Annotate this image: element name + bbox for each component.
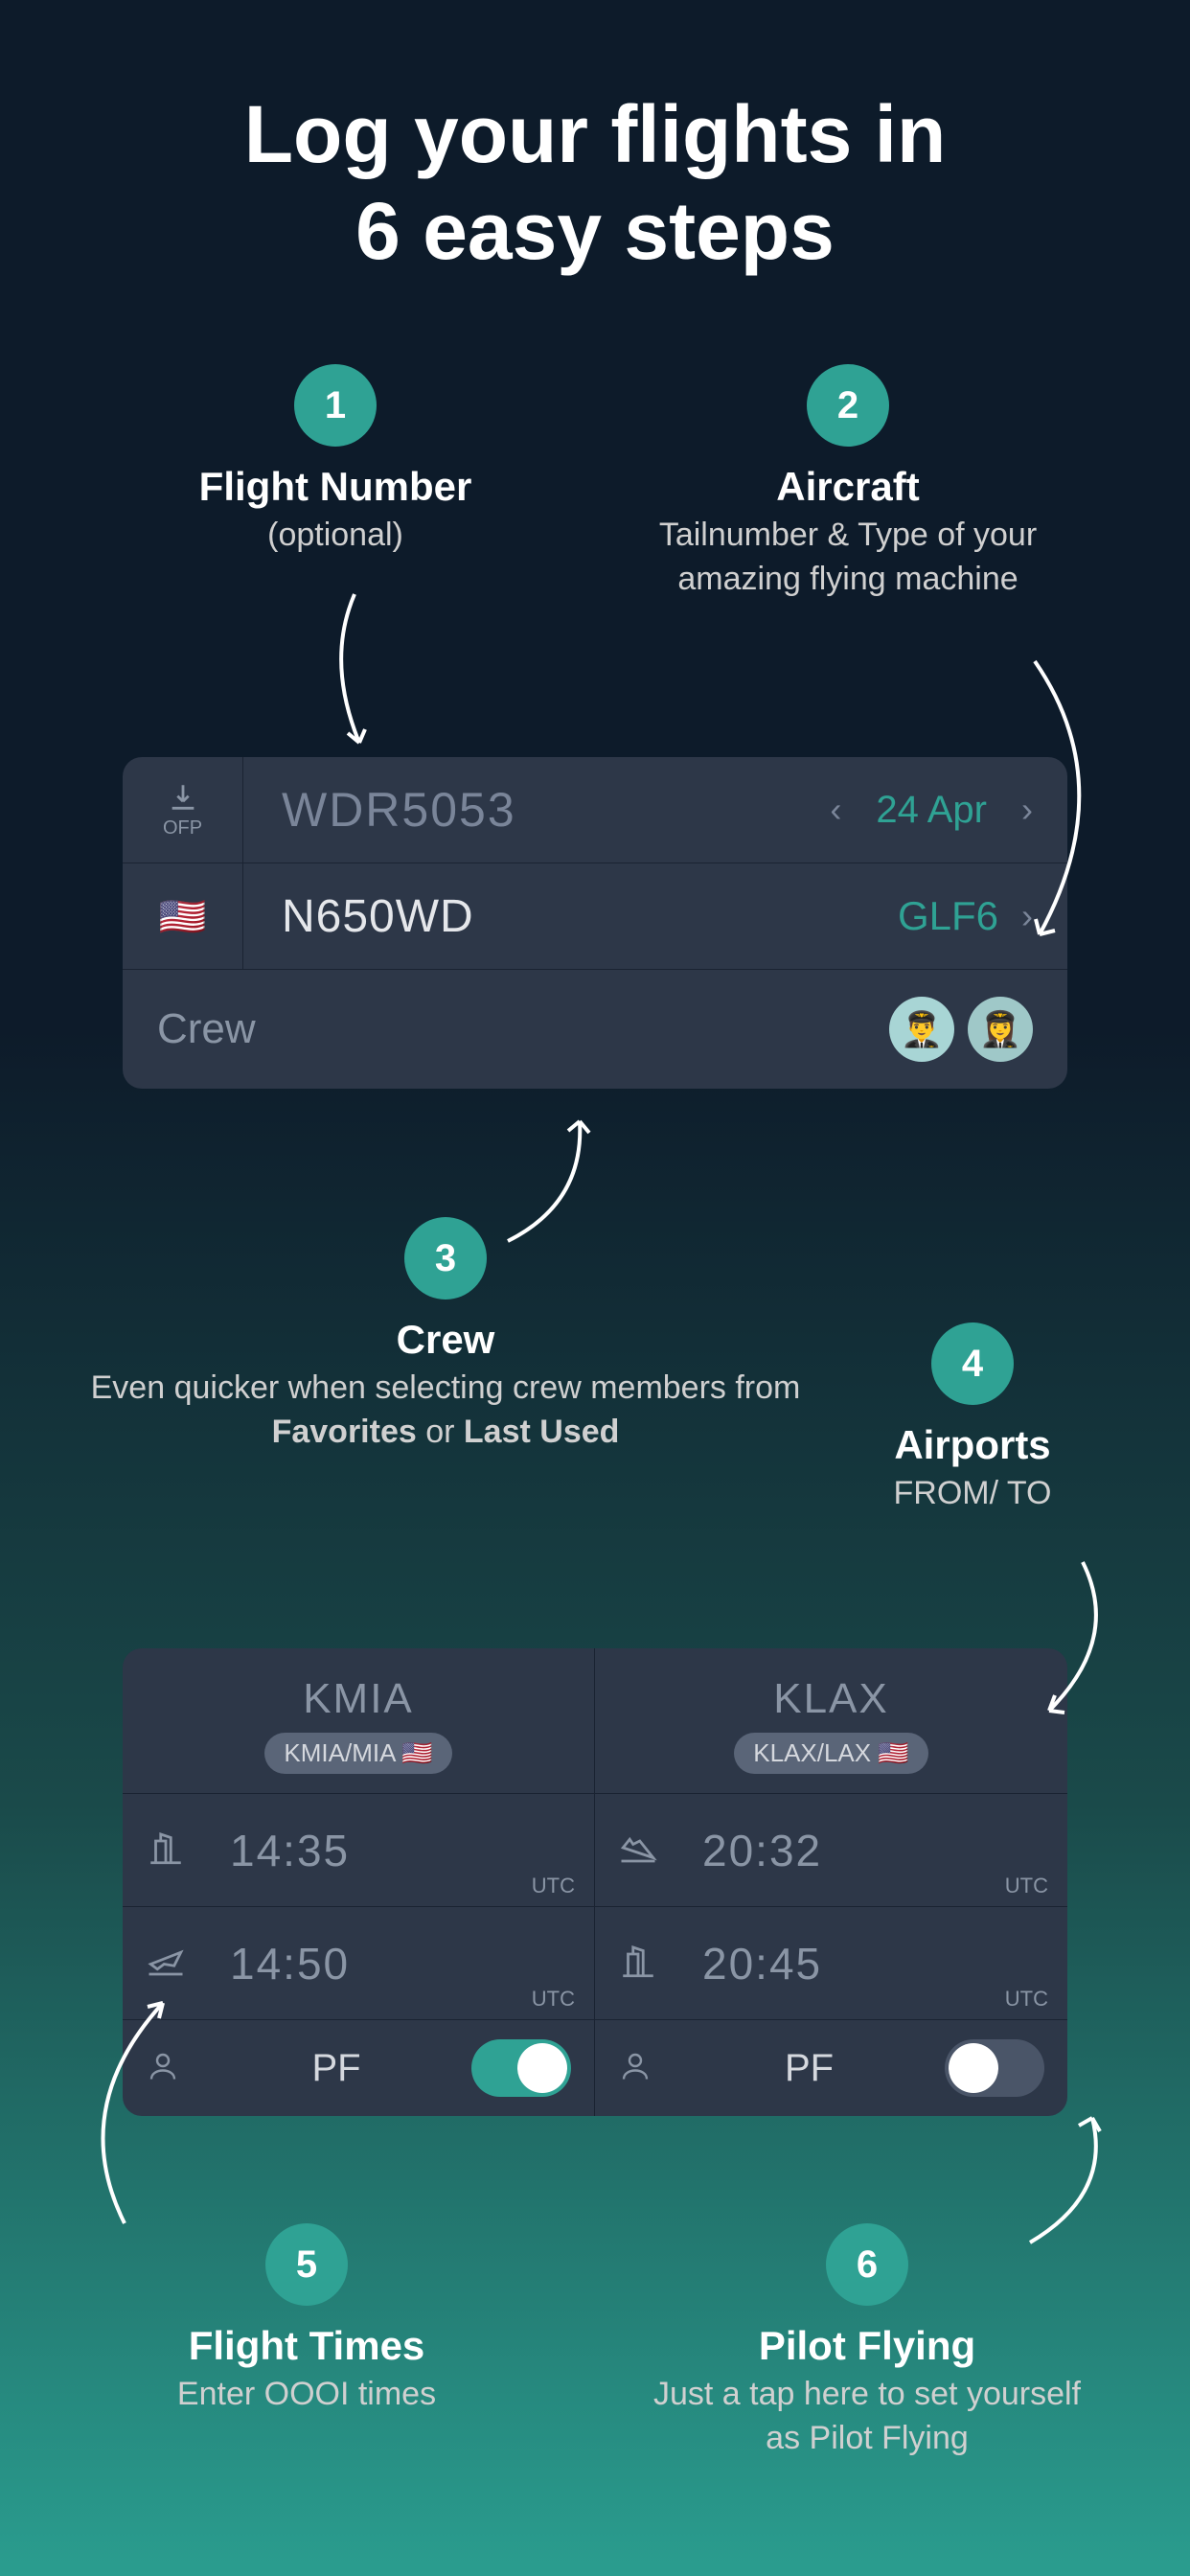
on-tz: UTC: [1005, 1874, 1048, 1898]
step-3-sub: Even quicker when selecting crew members…: [67, 1367, 824, 1455]
arrow-1: [316, 585, 393, 757]
title-line-2: 6 easy steps: [0, 183, 1190, 280]
title-line-1: Log your flights in: [0, 86, 1190, 183]
step-6-title: Pilot Flying: [759, 2323, 975, 2369]
step-3-lastused: Last Used: [464, 1414, 620, 1450]
out-time-value: 14:35: [230, 1825, 350, 1876]
departure-column: KMIA KMIA/MIA 🇺🇸 14:35 UTC 14:50 UTC PF: [123, 1648, 595, 2116]
pf-arrival-row: PF: [595, 2020, 1067, 2116]
in-tz: UTC: [1005, 1987, 1048, 2012]
arrival-airport[interactable]: KLAX KLAX/LAX 🇺🇸: [595, 1648, 1067, 1794]
step-2-title: Aircraft: [776, 464, 919, 510]
aircraft-type-value: GLF6: [898, 893, 998, 939]
pf-arrival-label: PF: [712, 2047, 906, 2090]
crew-avatar-2: 👩‍✈️: [968, 997, 1033, 1062]
crew-avatars: 👨‍✈️ 👩‍✈️: [889, 997, 1033, 1062]
step-5-sub: Enter OOOI times: [177, 2373, 436, 2417]
pf-departure-label: PF: [240, 2047, 433, 2090]
step-4-sub: FROM/ TO: [894, 1472, 1052, 1516]
pilot-icon: [618, 2049, 674, 2088]
flight-number-row: OFP WDR5053 ‹ 24 Apr ›: [123, 757, 1067, 863]
step-6: 6 Pilot Flying Just a tap here to set yo…: [632, 2223, 1102, 2461]
ofp-button[interactable]: OFP: [123, 757, 243, 862]
step-badge-2: 2: [807, 364, 889, 447]
off-tz: UTC: [532, 1987, 575, 2012]
arrival-pill: KLAX/LAX 🇺🇸: [734, 1733, 927, 1774]
on-time-row[interactable]: 20:32 UTC: [595, 1794, 1067, 1907]
landing-icon: [618, 1828, 674, 1873]
step-3-title: Crew: [397, 1317, 495, 1363]
step-1-title: Flight Number: [199, 464, 472, 510]
step-4: 4 Airports FROM/ TO: [814, 1322, 1131, 1516]
in-time-value: 20:45: [702, 1938, 822, 1990]
gate-out-icon: [146, 1828, 201, 1873]
step-5-title: Flight Times: [189, 2323, 425, 2369]
on-time-value: 20:32: [702, 1825, 822, 1876]
step-badge-1: 1: [294, 364, 377, 447]
airports-times-card: KMIA KMIA/MIA 🇺🇸 14:35 UTC 14:50 UTC PF: [123, 1648, 1067, 2116]
departure-pill: KMIA/MIA 🇺🇸: [264, 1733, 451, 1774]
pilot-icon: [146, 2049, 201, 2088]
country-flag: 🇺🇸: [123, 863, 243, 969]
date-selector: ‹ 24 Apr ›: [830, 789, 1067, 832]
step-2: 2 Aircraft Tailnumber & Type of your ama…: [613, 364, 1083, 602]
departure-code: KMIA: [123, 1675, 594, 1723]
chevron-right-icon: ›: [1021, 896, 1033, 936]
step-3-sub-mid: or: [417, 1414, 464, 1450]
step-6-sub: Just a tap here to set yourself as Pilot…: [632, 2373, 1102, 2461]
arrival-column: KLAX KLAX/LAX 🇺🇸 20:32 UTC 20:45 UTC PF: [595, 1648, 1067, 2116]
tailnumber-value: N650WD: [243, 890, 898, 943]
date-value[interactable]: 24 Apr: [876, 789, 987, 832]
crew-label: Crew: [157, 1005, 256, 1053]
step-5: 5 Flight Times Enter OOOI times: [105, 2223, 508, 2417]
step-badge-4: 4: [931, 1322, 1014, 1405]
departure-airport[interactable]: KMIA KMIA/MIA 🇺🇸: [123, 1648, 594, 1794]
step-badge-3: 3: [404, 1217, 487, 1300]
off-time-value: 14:50: [230, 1938, 350, 1990]
out-tz: UTC: [532, 1874, 575, 1898]
pf-departure-toggle[interactable]: [471, 2039, 571, 2097]
flight-entry-card: OFP WDR5053 ‹ 24 Apr › 🇺🇸 N650WD GLF6 › …: [123, 757, 1067, 1089]
gate-in-icon: [618, 1941, 674, 1986]
aircraft-row[interactable]: 🇺🇸 N650WD GLF6 ›: [123, 863, 1067, 970]
date-next-button[interactable]: ›: [1021, 790, 1033, 830]
off-time-row[interactable]: 14:50 UTC: [123, 1907, 594, 2020]
pf-arrival-toggle[interactable]: [945, 2039, 1044, 2097]
step-3: 3 Crew Even quicker when selecting crew …: [67, 1217, 824, 1455]
step-1: 1 Flight Number (optional): [163, 364, 508, 558]
step-2-sub: Tailnumber & Type of your amazing flying…: [613, 514, 1083, 602]
flight-number-input[interactable]: WDR5053: [243, 782, 830, 838]
step-3-favorites: Favorites: [272, 1414, 417, 1450]
ofp-label: OFP: [163, 817, 202, 840]
pf-departure-row: PF: [123, 2020, 594, 2116]
crew-avatar-1: 👨‍✈️: [889, 997, 954, 1062]
step-badge-6: 6: [826, 2223, 908, 2306]
aircraft-type-section: GLF6 ›: [898, 893, 1067, 939]
in-time-row[interactable]: 20:45 UTC: [595, 1907, 1067, 2020]
step-4-title: Airports: [894, 1422, 1050, 1468]
takeoff-icon: [146, 1941, 201, 1986]
download-icon: [167, 781, 199, 814]
page-title: Log your flights in 6 easy steps: [0, 0, 1190, 280]
step-1-sub: (optional): [267, 514, 403, 558]
out-time-row[interactable]: 14:35 UTC: [123, 1794, 594, 1907]
step-3-sub-pre: Even quicker when selecting crew members…: [91, 1369, 801, 1406]
step-badge-5: 5: [265, 2223, 348, 2306]
crew-row[interactable]: Crew 👨‍✈️ 👩‍✈️: [123, 970, 1067, 1089]
arrival-code: KLAX: [595, 1675, 1067, 1723]
date-prev-button[interactable]: ‹: [830, 790, 841, 830]
